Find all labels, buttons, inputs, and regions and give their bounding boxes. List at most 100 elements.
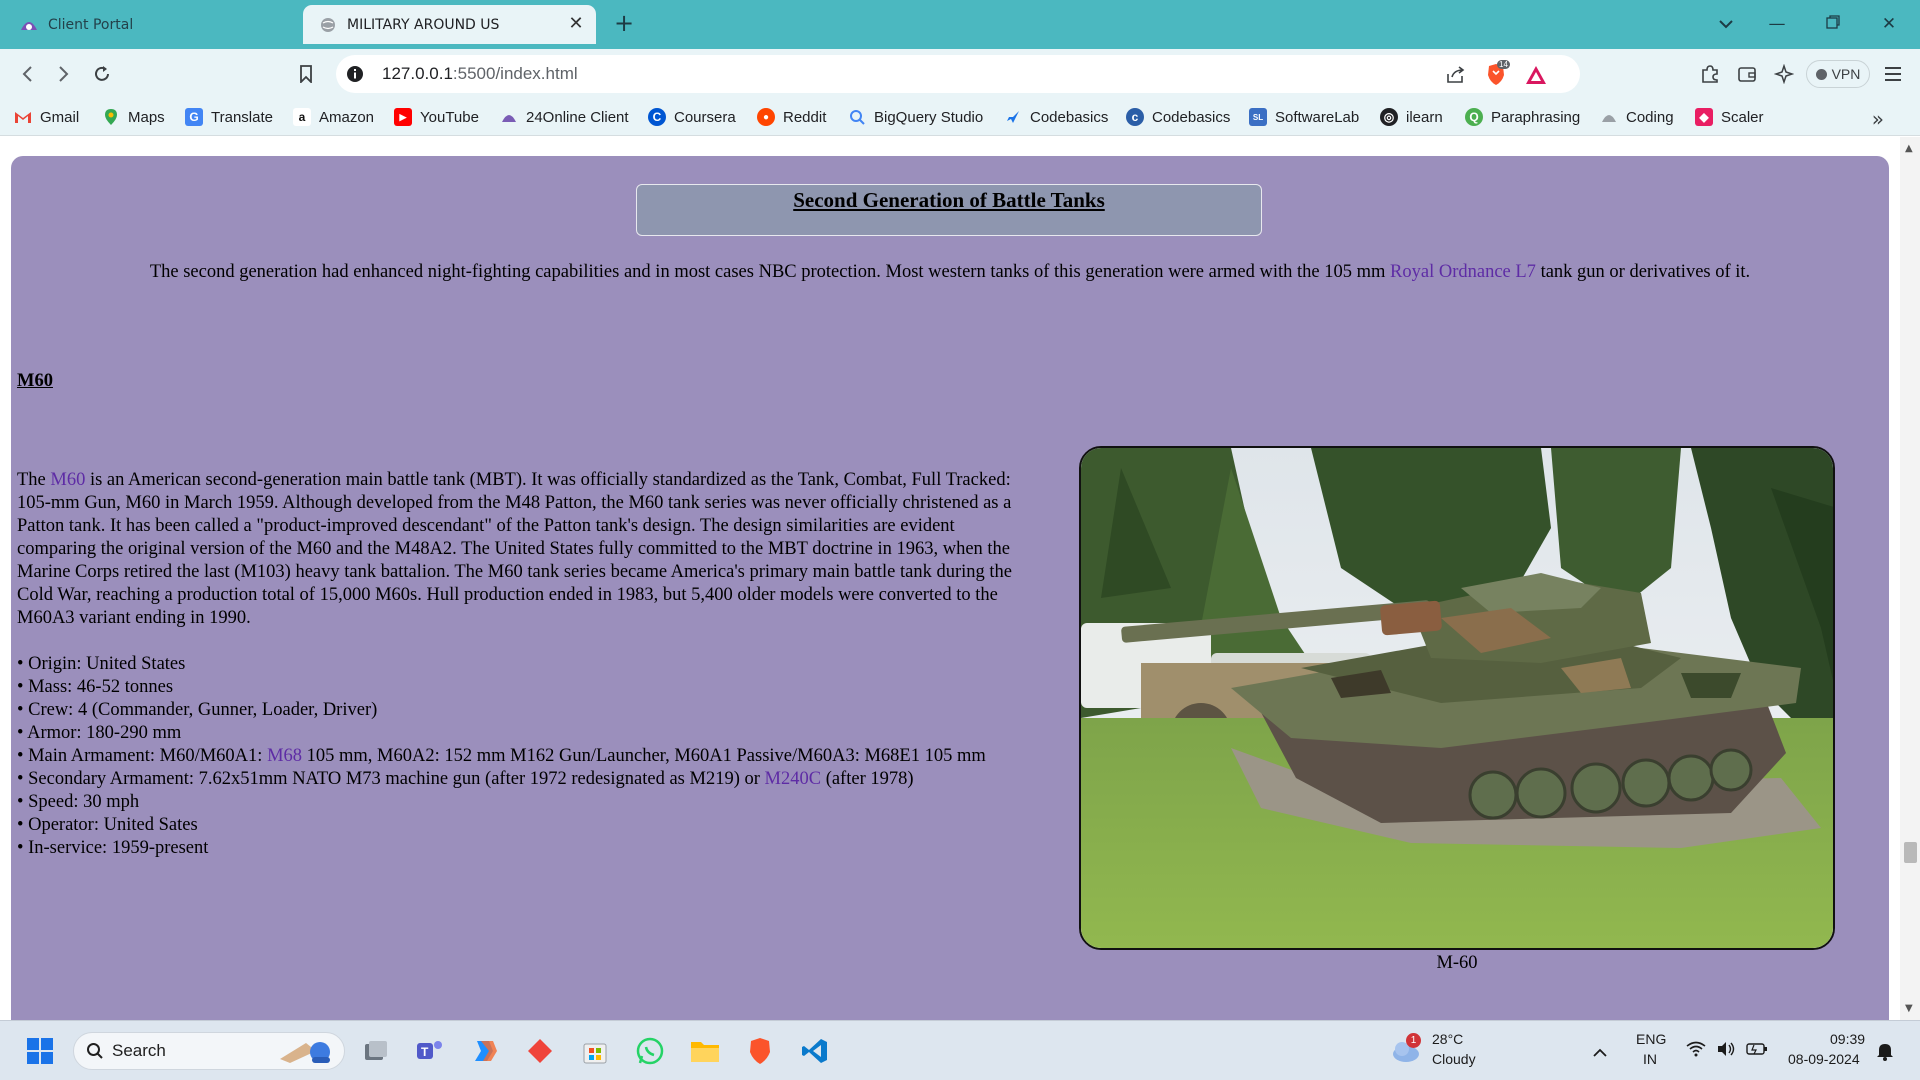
scroll-down-arrow-icon[interactable]: ▼ — [1905, 1003, 1913, 1014]
battery-icon[interactable] — [1746, 1041, 1768, 1060]
translate-icon: G — [185, 108, 203, 126]
close-tab-icon[interactable]: ✕ — [566, 14, 586, 34]
close-window-button[interactable]: ✕ — [1877, 12, 1901, 36]
anydesk-icon[interactable] — [524, 1035, 556, 1067]
search-label: Search — [112, 1041, 166, 1060]
weather-desc: Cloudy — [1432, 1051, 1476, 1067]
back-arrow-icon[interactable] — [12, 59, 42, 89]
vscode-icon[interactable] — [799, 1035, 831, 1067]
spec-crew: • Crew: 4 (Commander, Gunner, Loader, Dr… — [17, 700, 378, 720]
ilearn-globe-icon: ◎ — [1380, 108, 1398, 126]
address-bar[interactable]: 127.0.0.1:5500/index.html 14 — [336, 55, 1580, 93]
tab-search-chevron-icon[interactable] — [1714, 12, 1738, 36]
paraphrasing-icon: Q — [1465, 108, 1483, 126]
tab-military-around-us[interactable]: MILITARY AROUND US ✕ — [303, 5, 596, 44]
bookmark-amazon[interactable]: a Amazon — [293, 107, 374, 127]
copilot-icon[interactable] — [469, 1035, 501, 1067]
bookmark-bigquery-studio[interactable]: BigQuery Studio — [848, 107, 983, 127]
bookmark-ilearn[interactable]: ◎ ilearn — [1380, 107, 1443, 127]
softwarelab-icon: SL — [1249, 108, 1267, 126]
page-title: Second Generation of Battle Tanks — [793, 188, 1105, 212]
whatsapp-icon[interactable] — [634, 1035, 666, 1067]
search-icon — [86, 1042, 104, 1060]
tab-label: Client Portal — [48, 16, 134, 33]
leo-ai-icon[interactable] — [1769, 59, 1799, 89]
intro-paragraph: The second generation had enhanced night… — [149, 262, 1751, 282]
share-icon[interactable] — [1444, 63, 1468, 87]
more-bookmarks-chevron-icon[interactable]: » — [1872, 107, 1884, 131]
title-box: Second Generation of Battle Tanks — [636, 184, 1262, 236]
bookmark-translate[interactable]: G Translate — [185, 107, 273, 127]
rocket-icon — [1004, 108, 1022, 126]
bookmark-coding[interactable]: Coding — [1600, 107, 1674, 127]
24online-icon — [500, 108, 518, 126]
spec-operator: • Operator: United Sates — [17, 815, 198, 835]
bookmark-youtube[interactable]: ▶ YouTube — [394, 107, 479, 127]
language-region: IN — [1643, 1051, 1657, 1067]
forward-arrow-icon[interactable] — [49, 59, 79, 89]
youtube-icon: ▶ — [394, 108, 412, 126]
clock-time[interactable]: 09:39 — [1830, 1031, 1865, 1047]
bookmark-codebasics-2[interactable]: c Codebasics — [1126, 107, 1230, 127]
vpn-label: VPN — [1831, 66, 1861, 82]
vpn-button[interactable]: VPN — [1806, 60, 1870, 88]
bookmark-maps[interactable]: Maps — [102, 107, 165, 127]
bookmark-icon[interactable] — [291, 59, 321, 89]
m68-link[interactable]: M68 — [267, 746, 302, 766]
svg-text:T: T — [421, 1045, 429, 1059]
wallet-icon[interactable] — [1732, 59, 1762, 89]
task-view-icon[interactable] — [360, 1035, 392, 1067]
restore-button[interactable] — [1821, 12, 1845, 36]
windows-start-icon[interactable] — [24, 1035, 56, 1067]
weather-cloud-icon[interactable]: 1 — [1390, 1033, 1424, 1067]
volume-icon[interactable] — [1716, 1041, 1736, 1061]
m60-link[interactable]: M60 — [50, 470, 85, 490]
page-content: Second Generation of Battle Tanks The se… — [11, 156, 1889, 1020]
amazon-icon: a — [293, 108, 311, 126]
menu-hamburger-icon[interactable] — [1878, 59, 1908, 89]
language-indicator[interactable]: ENG — [1636, 1031, 1666, 1047]
wifi-icon[interactable] — [1686, 1041, 1706, 1061]
reload-icon[interactable] — [87, 59, 117, 89]
clock-date[interactable]: 08-09-2024 — [1788, 1051, 1860, 1067]
spec-speed: • Speed: 30 mph — [17, 792, 140, 812]
brave-browser-icon[interactable] — [744, 1035, 776, 1067]
brave-rewards-icon[interactable] — [1524, 63, 1548, 87]
bookmark-coursera[interactable]: C Coursera — [648, 107, 736, 127]
notification-bell-icon[interactable] — [1876, 1041, 1894, 1065]
shields-badge: 14 — [1497, 60, 1510, 69]
royal-ordnance-l7-link[interactable]: Royal Ordnance L7 — [1390, 262, 1536, 282]
spec-armor: • Armor: 180-290 mm — [17, 723, 182, 743]
bookmark-gmail[interactable]: Gmail — [14, 107, 79, 127]
globe-icon — [319, 16, 337, 34]
teams-icon[interactable]: T — [414, 1035, 446, 1067]
bookmark-paraphrasing[interactable]: Q Paraphrasing — [1465, 107, 1580, 127]
minimize-button[interactable]: — — [1765, 12, 1789, 36]
bookmark-24online-client[interactable]: 24Online Client — [500, 107, 629, 127]
bookmark-softwarelab[interactable]: SL SoftwareLab — [1249, 107, 1359, 127]
bookmark-reddit[interactable]: ● Reddit — [757, 107, 826, 127]
m240c-link[interactable]: M240C — [765, 769, 822, 789]
tab-client-portal[interactable]: Client Portal — [8, 5, 298, 44]
bookmarks-bar: Gmail Maps G Translate a Amazon ▶ YouTub… — [0, 99, 1920, 136]
maps-pin-icon — [102, 108, 120, 126]
section-heading: M60 — [17, 371, 53, 391]
vertical-scrollbar[interactable]: ▲ ▼ — [1900, 137, 1920, 1020]
scrollbar-thumb[interactable] — [1904, 842, 1917, 863]
taskbar-search-box[interactable]: Search — [73, 1032, 345, 1070]
codebasics-icon: c — [1126, 108, 1144, 126]
scroll-up-arrow-icon[interactable]: ▲ — [1905, 143, 1913, 154]
new-tab-button[interactable]: + — [612, 11, 636, 36]
bookmark-scaler[interactable]: ◆ Scaler — [1695, 107, 1764, 127]
coursera-icon: C — [648, 108, 666, 126]
brave-shields-icon[interactable]: 14 — [1484, 60, 1510, 87]
windows-taskbar: Search T 1 28°C Cloudy ENG IN 09:39 08-0… — [0, 1020, 1920, 1080]
tray-overflow-chevron-icon[interactable] — [1592, 1043, 1608, 1062]
extensions-puzzle-icon[interactable] — [1695, 59, 1725, 89]
bookmark-codebasics-1[interactable]: Codebasics — [1004, 107, 1108, 127]
weather-temp: 28°C — [1432, 1031, 1464, 1047]
spec-main-armament: • Main Armament: M60/M60A1: M68 105 mm, … — [17, 746, 986, 766]
file-explorer-icon[interactable] — [689, 1035, 721, 1067]
site-info-icon[interactable] — [344, 63, 366, 85]
microsoft-store-icon[interactable] — [579, 1035, 611, 1067]
